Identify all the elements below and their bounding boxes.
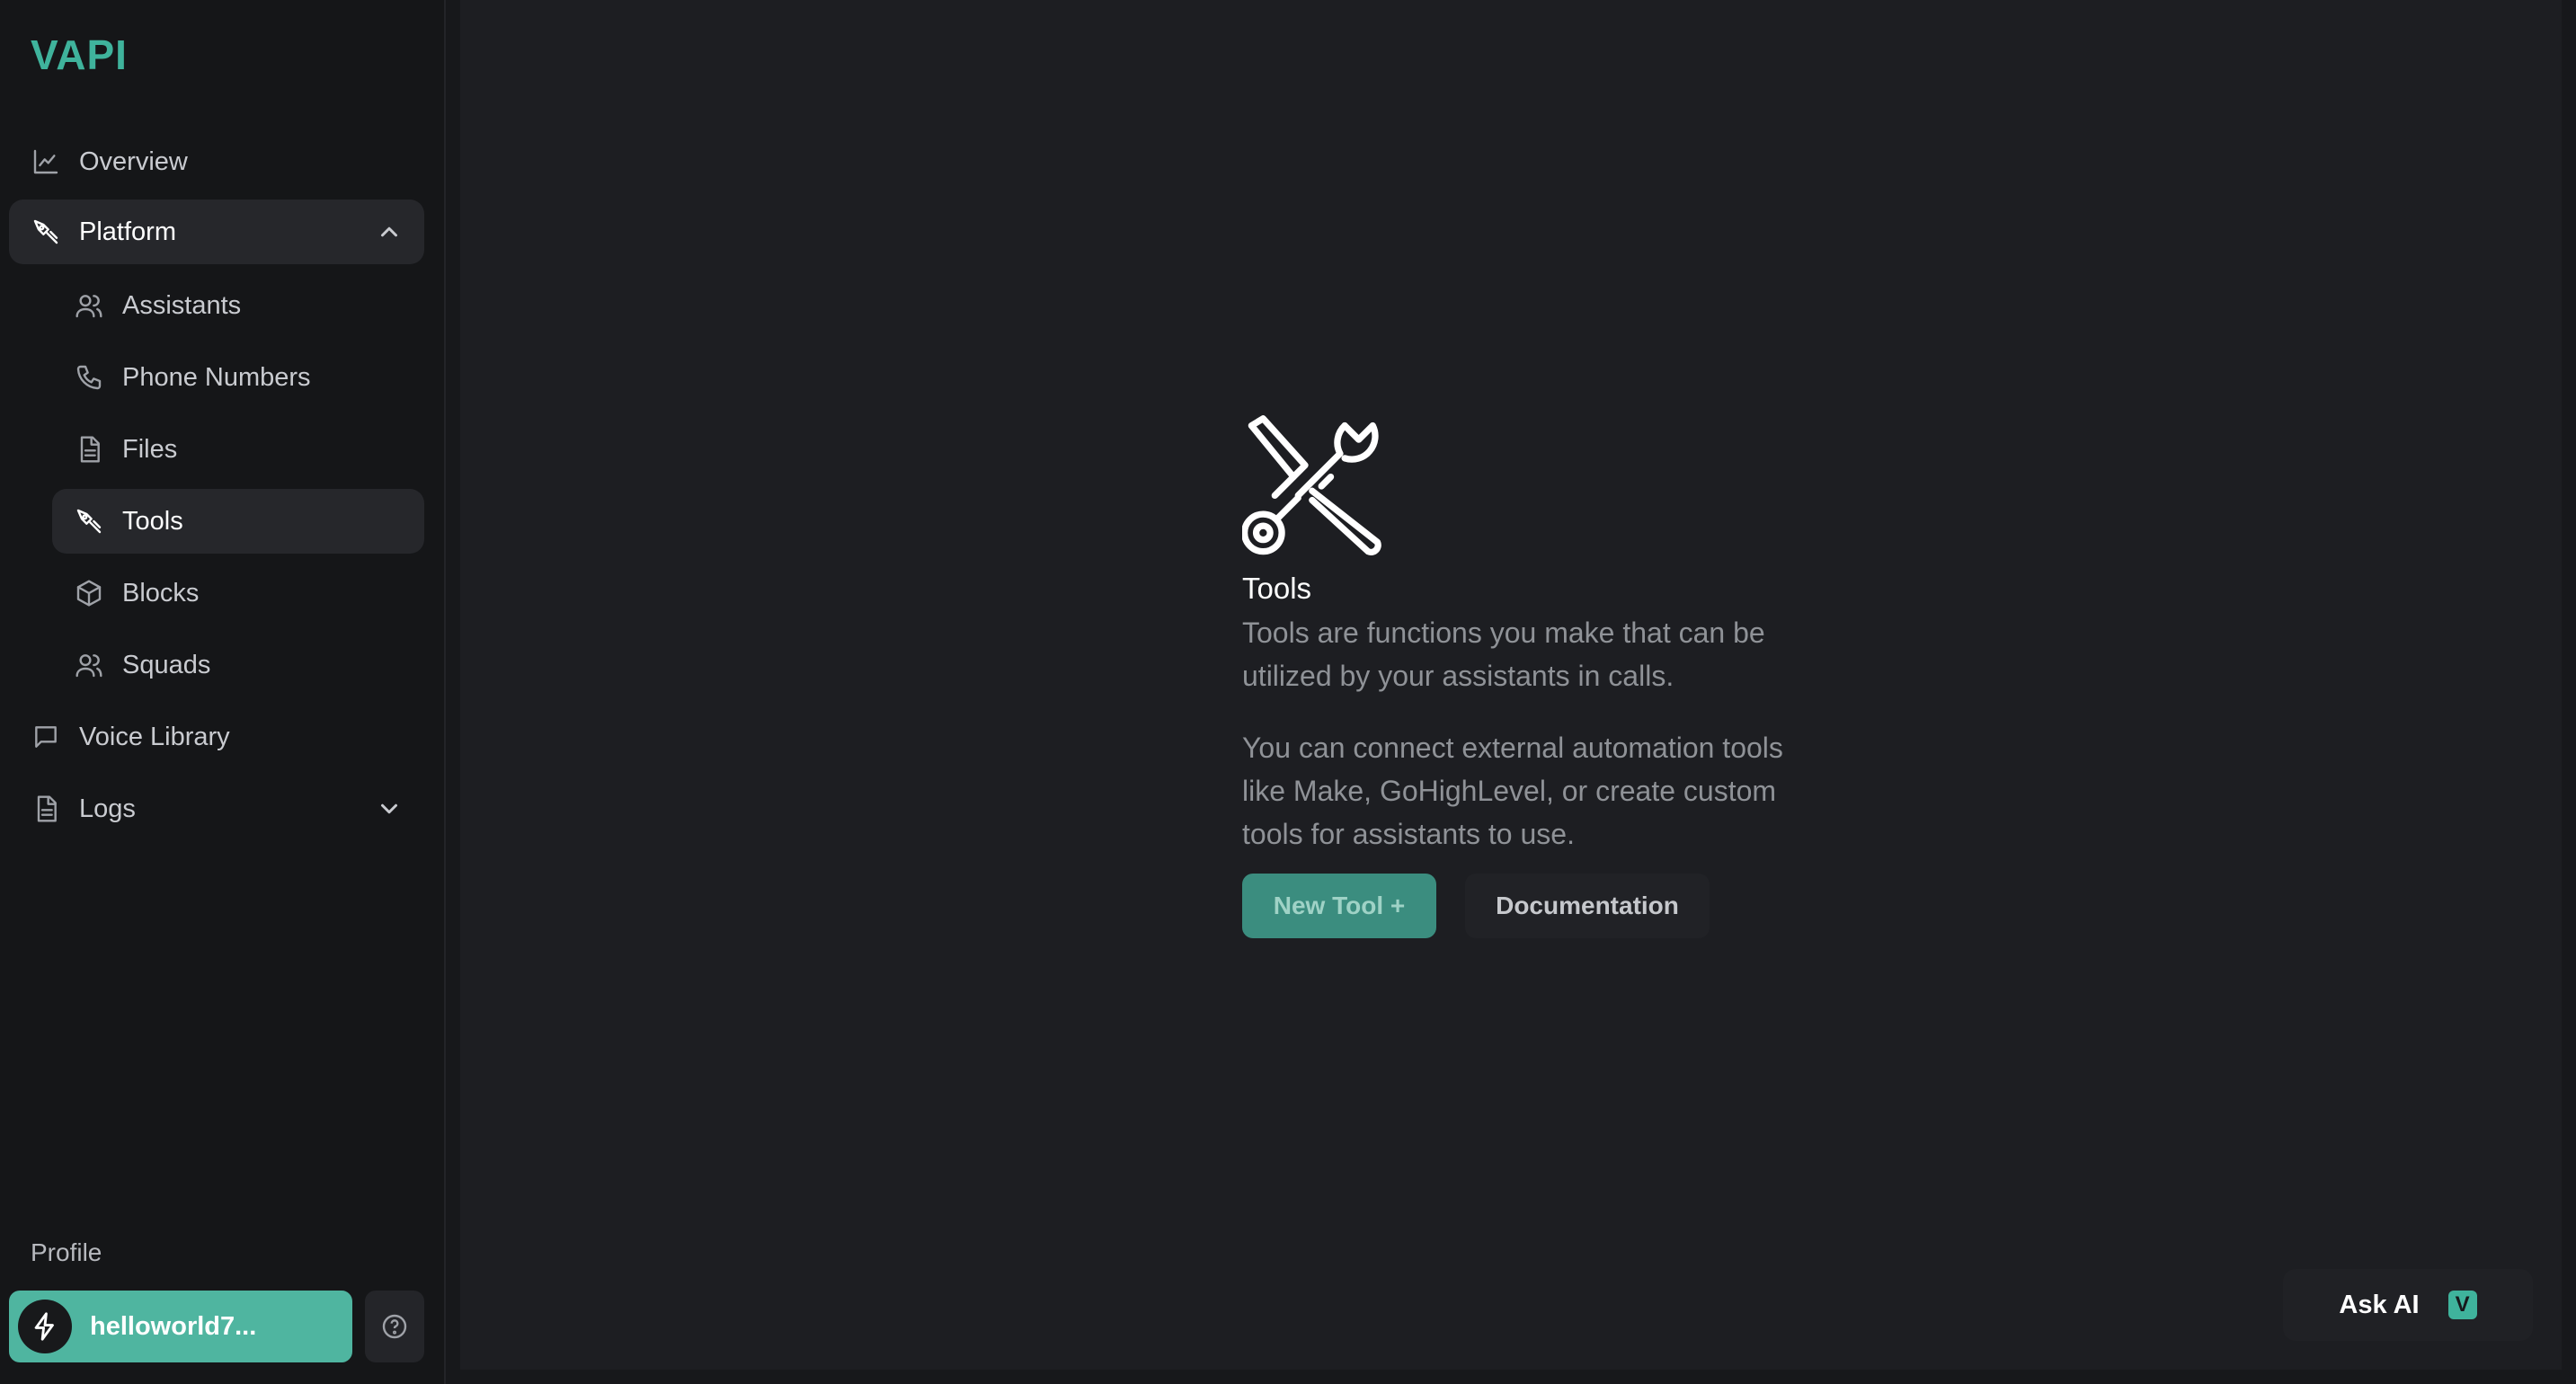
documentation-button[interactable]: Documentation xyxy=(1465,874,1710,938)
chevron-up-icon[interactable] xyxy=(376,218,403,245)
message-square-icon xyxy=(31,722,61,752)
avatar xyxy=(18,1300,72,1353)
main-content: Tools Tools are functions you make that … xyxy=(460,0,2562,1370)
tools-icon xyxy=(74,506,104,537)
sidebar: VAPI Overview Platform Assistants Phone … xyxy=(0,0,446,1384)
app-window: VAPI Overview Platform Assistants Phone … xyxy=(0,0,2576,1384)
help-circle-icon xyxy=(382,1314,407,1339)
sidebar-item-overview[interactable]: Overview xyxy=(9,129,424,194)
sidebar-item-label: Assistants xyxy=(122,290,242,320)
sidebar-item-voice-library[interactable]: Voice Library xyxy=(9,705,424,769)
sidebar-item-phone-numbers[interactable]: Phone Numbers xyxy=(52,345,424,410)
sidebar-item-label: Overview xyxy=(79,146,188,176)
cube-icon xyxy=(74,578,104,608)
sidebar-item-label: Blocks xyxy=(122,578,200,608)
sidebar-item-tools[interactable]: Tools xyxy=(52,489,424,554)
vapi-badge-icon: V xyxy=(2447,1291,2477,1319)
file-icon xyxy=(31,794,61,824)
sidebar-item-label: Squads xyxy=(122,650,211,679)
vapi-logo[interactable]: VAPI xyxy=(31,31,128,79)
wrench-screwdriver-icon xyxy=(1240,412,1391,561)
sidebar-item-label: Tools xyxy=(122,506,183,536)
help-button[interactable] xyxy=(365,1291,424,1362)
ask-ai-button[interactable]: Ask AI V xyxy=(2283,1269,2533,1341)
new-tool-button[interactable]: New Tool + xyxy=(1242,874,1436,938)
sidebar-item-label: Phone Numbers xyxy=(122,362,311,392)
ask-ai-label: Ask AI xyxy=(2339,1290,2420,1319)
sidebar-item-blocks[interactable]: Blocks xyxy=(52,561,424,625)
users-icon xyxy=(74,290,104,321)
sidebar-item-platform[interactable]: Platform xyxy=(9,200,424,264)
profile-section-label: Profile xyxy=(31,1238,102,1266)
line-chart-icon xyxy=(31,146,61,177)
empty-state-actions: New Tool + Documentation xyxy=(1242,874,1799,938)
empty-state-title: Tools xyxy=(1242,572,1312,605)
sidebar-item-squads[interactable]: Squads xyxy=(52,633,424,697)
users-icon xyxy=(74,650,104,680)
empty-state-description-secondary: You can connect external automation tool… xyxy=(1242,732,1783,850)
profile-button[interactable]: helloworld7... xyxy=(9,1291,352,1362)
tools-empty-state: Tools Tools are functions you make that … xyxy=(1240,412,1799,938)
sidebar-item-label: Logs xyxy=(79,794,136,823)
profile-name: helloworld7... xyxy=(90,1311,257,1341)
tools-icon xyxy=(31,217,61,247)
sidebar-item-label: Voice Library xyxy=(79,722,230,751)
empty-state-description: Tools are functions you make that can be… xyxy=(1242,617,1765,692)
chevron-down-icon[interactable] xyxy=(376,795,403,822)
bolt-icon xyxy=(34,1312,54,1341)
file-icon xyxy=(74,434,104,465)
sidebar-item-label: Platform xyxy=(79,217,176,246)
sidebar-item-assistants[interactable]: Assistants xyxy=(52,273,424,338)
phone-icon xyxy=(74,362,104,393)
sidebar-item-label: Files xyxy=(122,434,178,464)
sidebar-item-logs[interactable]: Logs xyxy=(9,776,424,841)
sidebar-item-files[interactable]: Files xyxy=(52,417,424,482)
